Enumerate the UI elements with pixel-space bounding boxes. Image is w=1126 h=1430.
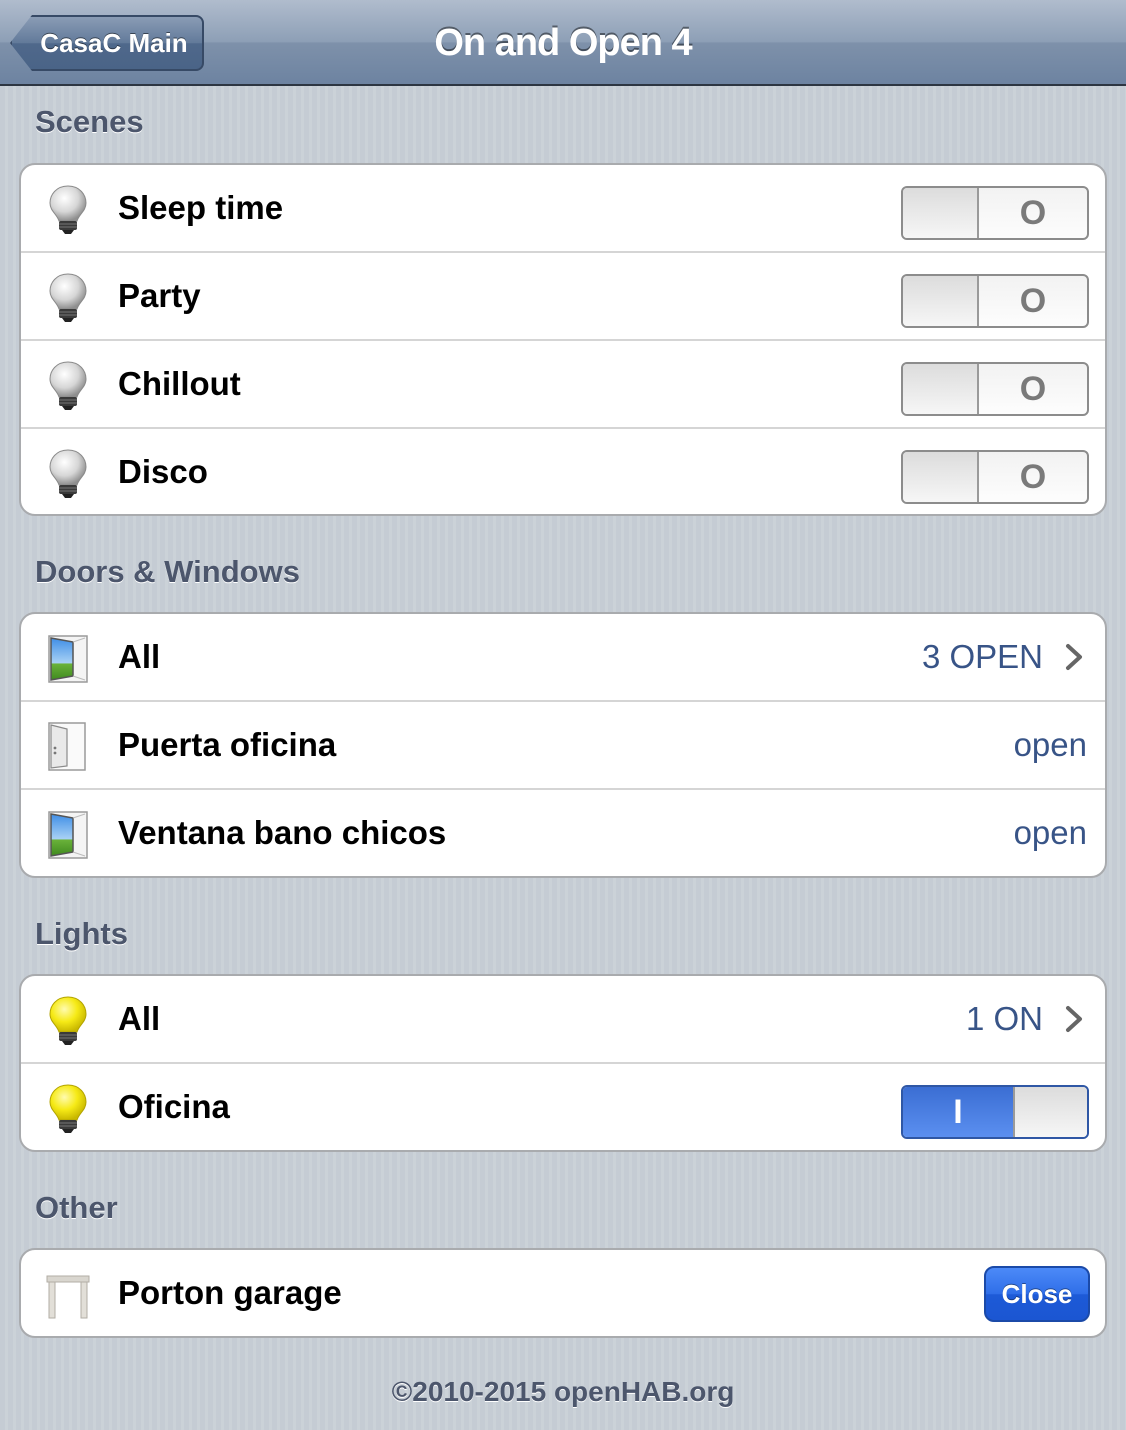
other-group: Porton garage Close	[19, 1248, 1107, 1338]
doors-row-all[interactable]: All 3 OPEN	[21, 614, 1105, 702]
toggle-state: O	[1019, 457, 1047, 496]
row-label: Party	[118, 277, 201, 314]
row-label: Oficina	[118, 1088, 230, 1125]
garage-icon	[43, 1268, 93, 1320]
section-title-lights: Lights	[35, 916, 128, 951]
row-label: Sleep time	[118, 189, 284, 226]
bulb-off-icon	[43, 359, 93, 411]
navigation-bar: CasaC Main On and Open 4	[0, 0, 1126, 86]
toggle-knob	[1013, 1087, 1087, 1137]
row-label: Ventana bano chicos	[118, 814, 447, 851]
door-open-icon	[43, 720, 93, 772]
row-label: All	[118, 1000, 161, 1037]
other-row-porton-garage: Porton garage Close	[21, 1250, 1105, 1336]
scenes-group: Sleep time O Party O Chillout O Disco O	[19, 163, 1107, 516]
sleep-time-toggle[interactable]: O	[901, 186, 1089, 240]
oficina-toggle[interactable]: I	[901, 1085, 1089, 1139]
row-value: open	[1013, 726, 1087, 763]
lights-group: All 1 ON Oficina I	[19, 974, 1107, 1152]
section-title-other: Other	[35, 1190, 118, 1225]
bulb-off-icon	[43, 271, 93, 323]
chevron-right-icon	[1061, 642, 1087, 672]
doors-windows-group: All 3 OPEN Puerta oficina open Ventana b…	[19, 612, 1107, 878]
toggle-state: O	[1019, 193, 1047, 232]
toggle-knob	[903, 452, 979, 502]
footer-copyright: ©2010-2015 openHAB.org	[391, 1376, 735, 1407]
toggle-state: I	[903, 1087, 1013, 1137]
chevron-right-icon	[1061, 1004, 1087, 1034]
toggle-knob	[903, 276, 979, 326]
disco-toggle[interactable]: O	[901, 450, 1089, 504]
row-value: 3 OPEN	[921, 638, 1043, 675]
bulb-on-icon	[43, 1082, 93, 1134]
row-label: Disco	[118, 453, 208, 490]
bulb-off-icon	[43, 447, 93, 499]
row-label: Porton garage	[118, 1274, 342, 1311]
row-value: open	[1013, 814, 1087, 851]
party-toggle[interactable]: O	[901, 274, 1089, 328]
section-title-scenes: Scenes	[35, 104, 144, 139]
bulb-off-icon	[43, 183, 93, 235]
row-label: Puerta oficina	[118, 726, 337, 763]
row-label: All	[118, 638, 161, 675]
row-value: 1 ON	[965, 1000, 1043, 1037]
doors-row-puerta-oficina: Puerta oficina open	[21, 702, 1105, 790]
close-button[interactable]: Close	[984, 1266, 1090, 1322]
page-title: On and Open 4	[434, 21, 692, 64]
doors-row-ventana-bano-chicos: Ventana bano chicos open	[21, 790, 1105, 878]
window-open-icon	[43, 632, 93, 684]
scene-row-sleep-time: Sleep time O	[21, 165, 1105, 253]
row-label: Chillout	[118, 365, 241, 402]
toggle-state: O	[1019, 281, 1047, 320]
lights-row-oficina: Oficina I	[21, 1064, 1105, 1150]
chillout-toggle[interactable]: O	[901, 362, 1089, 416]
toggle-knob	[903, 364, 979, 414]
lights-row-all[interactable]: All 1 ON	[21, 976, 1105, 1064]
scene-row-party: Party O	[21, 253, 1105, 341]
toggle-state: O	[1019, 369, 1047, 408]
section-title-doors-windows: Doors & Windows	[35, 554, 300, 589]
toggle-knob	[903, 188, 979, 238]
window-open-icon	[43, 808, 93, 860]
bulb-on-icon	[43, 994, 93, 1046]
scene-row-disco: Disco O	[21, 429, 1105, 514]
scene-row-chillout: Chillout O	[21, 341, 1105, 429]
